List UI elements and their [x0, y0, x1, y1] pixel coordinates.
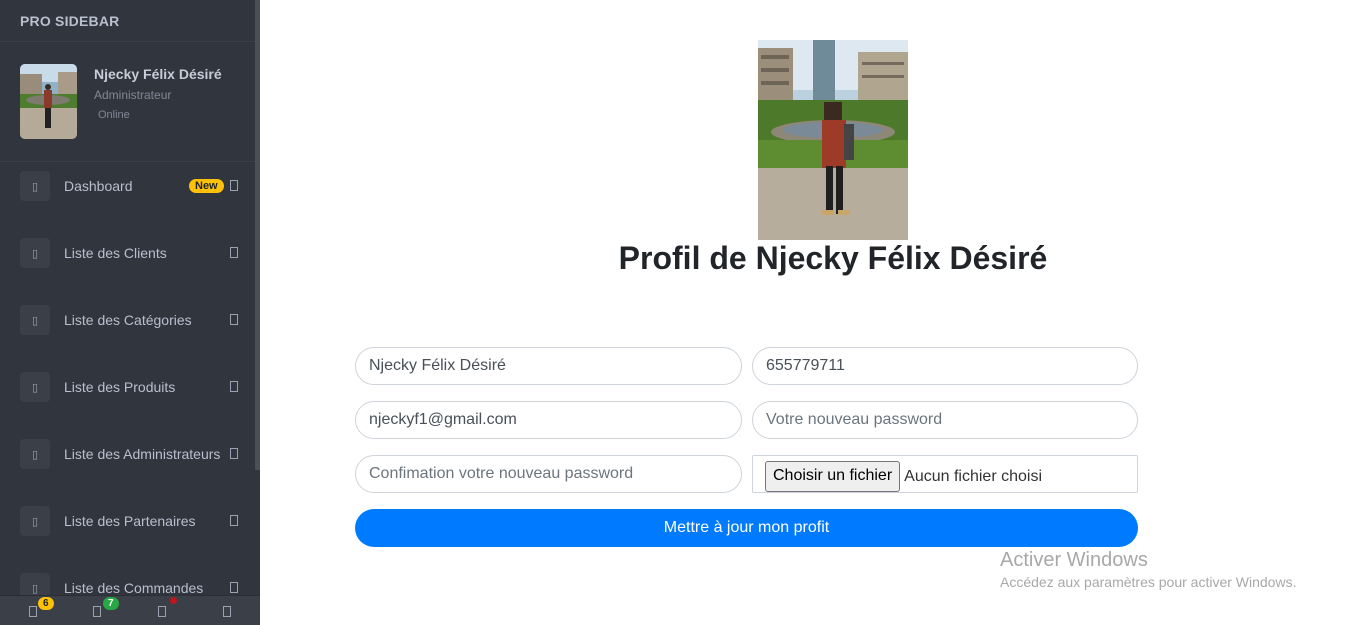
sidebar-item-label: Liste des Produits	[64, 379, 176, 395]
sidebar-item-clients[interactable]: ▯ Liste des Clients	[0, 238, 255, 268]
new-password-field[interactable]	[752, 401, 1138, 439]
user-role: Administrateur	[94, 88, 172, 102]
chevron-right-icon	[230, 448, 238, 459]
page-title: Profil de Njecky Félix Désiré	[480, 240, 1186, 277]
profile-photo	[758, 40, 908, 240]
chevron-right-icon	[230, 515, 238, 526]
chevron-right-icon	[230, 381, 238, 392]
sidebar-brand[interactable]: PRO SIDEBAR	[0, 0, 260, 42]
chevron-right-icon	[230, 247, 238, 258]
sidebar-item-products[interactable]: ▯ Liste des Produits	[0, 372, 255, 402]
categories-icon: ▯	[20, 305, 50, 335]
windows-activation-subtitle: Accédez aux paramètres pour activer Wind…	[1000, 574, 1297, 590]
products-icon: ▯	[20, 372, 50, 402]
sidebar-item-label: Liste des Clients	[64, 245, 167, 261]
sidebar-item-label: Dashboard	[64, 178, 133, 194]
messages-badge: 7	[103, 597, 119, 610]
chevron-right-icon	[230, 180, 238, 191]
page-title-prefix: Profil de	[618, 240, 747, 276]
new-badge: New	[189, 179, 224, 193]
user-name: Njecky Félix Désiré	[94, 66, 222, 82]
file-input[interactable]: Choisir un fichier Aucun fichier choisi	[752, 455, 1138, 493]
clients-icon: ▯	[20, 238, 50, 268]
name-field[interactable]	[355, 347, 742, 385]
sidebar-user-panel: Njecky Félix Désiré Administrateur Onlin…	[0, 42, 260, 162]
sidebar-item-label: Liste des Commandes	[64, 580, 204, 596]
power-icon[interactable]	[223, 606, 231, 617]
windows-activation-title: Activer Windows	[1000, 549, 1148, 571]
chevron-right-icon	[230, 314, 238, 325]
sidebar-item-admins[interactable]: ▯ Liste des Administrateurs	[0, 439, 255, 469]
avatar	[20, 64, 77, 139]
page-title-name: Njecky Félix Désiré	[755, 240, 1048, 276]
sidebar: PRO SIDEBAR Njecky Félix Désiré Administ…	[0, 0, 260, 625]
sidebar-item-partners[interactable]: ▯ Liste des Partenaires	[0, 506, 255, 536]
partners-icon: ▯	[20, 506, 50, 536]
file-status: Aucun fichier choisi	[904, 467, 1042, 485]
sidebar-item-label: Liste des Partenaires	[64, 513, 196, 529]
confirm-password-field[interactable]	[355, 455, 742, 493]
admins-icon: ▯	[20, 439, 50, 469]
sidebar-item-categories[interactable]: ▯ Liste des Catégories	[0, 305, 255, 335]
envelope-icon[interactable]	[93, 606, 101, 617]
email-field[interactable]	[355, 401, 742, 439]
bell-icon[interactable]	[29, 606, 37, 617]
sidebar-item-label: Liste des Administrateurs	[64, 446, 221, 462]
phone-field[interactable]	[752, 347, 1138, 385]
sidebar-scrollbar[interactable]	[255, 0, 260, 470]
sidebar-footer: 6 7	[0, 595, 260, 625]
update-profile-button[interactable]: Mettre à jour mon profit	[355, 509, 1138, 547]
cog-icon[interactable]	[158, 606, 166, 617]
alert-dot	[170, 597, 177, 604]
user-status: Online	[98, 109, 130, 121]
dashboard-icon: ▯	[20, 171, 50, 201]
notifications-badge: 6	[38, 597, 54, 610]
sidebar-item-label: Liste des Catégories	[64, 312, 192, 328]
sidebar-item-dashboard[interactable]: ▯ Dashboard New	[0, 171, 255, 201]
choose-file-button[interactable]: Choisir un fichier	[765, 460, 901, 492]
chevron-right-icon	[230, 582, 238, 593]
